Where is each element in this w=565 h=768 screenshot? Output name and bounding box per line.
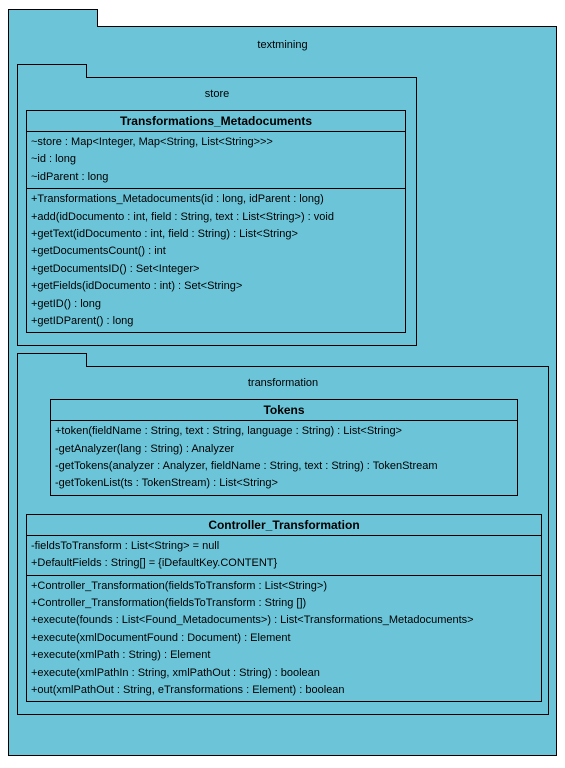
operation: -getAnalyzer(lang : String) : Analyzer (55, 441, 513, 458)
package-tab (17, 353, 87, 367)
operation: -getTokens(analyzer : Analyzer, fieldNam… (55, 458, 513, 475)
package-title-store: store (26, 84, 408, 108)
operation: +Controller_Transformation(fieldsToTrans… (31, 595, 537, 612)
operation: +getText(idDocumento : int, field : Stri… (31, 226, 401, 243)
package-tab (8, 9, 98, 27)
operation: +getDocumentsCount() : int (31, 243, 401, 260)
package-title-textmining: textmining (17, 35, 548, 59)
attribute: ~id : long (31, 151, 401, 168)
class-operations: +token(fieldName : String, text : String… (51, 421, 517, 495)
class-attributes: -fieldsToTransform : List<String> = null… (27, 536, 541, 576)
operation: +getDocumentsID() : Set<Integer> (31, 261, 401, 278)
attribute: ~idParent : long (31, 169, 401, 186)
operation: +getFields(idDocumento : int) : Set<Stri… (31, 278, 401, 295)
class-title: Transformations_Metadocuments (27, 111, 405, 132)
package-textmining: textmining store Transformations_Metadoc… (8, 26, 557, 756)
class-operations: +Controller_Transformation(fieldsToTrans… (27, 576, 541, 702)
operation: +execute(xmlPath : String) : Element (31, 647, 537, 664)
package-store: store Transformations_Metadocuments ~sto… (17, 77, 417, 346)
attribute: +DefaultFields : String[] = {iDefaultKey… (31, 555, 537, 572)
operation: +execute(founds : List<Found_Metadocumen… (31, 612, 537, 629)
class-title: Tokens (51, 400, 517, 421)
operation: +execute(xmlDocumentFound : Document) : … (31, 630, 537, 647)
operation: +Transformations_Metadocuments(id : long… (31, 191, 401, 208)
operation: -getTokenList(ts : TokenStream) : List<S… (55, 475, 513, 492)
package-title-transformation: transformation (26, 373, 540, 397)
class-controller-transformation: Controller_Transformation -fieldsToTrans… (26, 514, 542, 703)
class-transformations-metadocuments: Transformations_Metadocuments ~store : M… (26, 110, 406, 333)
class-title: Controller_Transformation (27, 515, 541, 536)
operation: +execute(xmlPathIn : String, xmlPathOut … (31, 665, 537, 682)
operation: +Controller_Transformation(fieldsToTrans… (31, 578, 537, 595)
operation: +getIDParent() : long (31, 313, 401, 330)
class-operations: +Transformations_Metadocuments(id : long… (27, 189, 405, 332)
package-transformation: transformation Tokens +token(fieldName :… (17, 366, 549, 715)
package-tab (17, 64, 87, 78)
class-tokens: Tokens +token(fieldName : String, text :… (50, 399, 518, 496)
operation: +add(idDocumento : int, field : String, … (31, 209, 401, 226)
class-attributes: ~store : Map<Integer, Map<String, List<S… (27, 132, 405, 189)
operation: +getID() : long (31, 296, 401, 313)
attribute: -fieldsToTransform : List<String> = null (31, 538, 537, 555)
operation: +token(fieldName : String, text : String… (55, 423, 513, 440)
operation: +out(xmlPathOut : String, eTransformatio… (31, 682, 537, 699)
attribute: ~store : Map<Integer, Map<String, List<S… (31, 134, 401, 151)
